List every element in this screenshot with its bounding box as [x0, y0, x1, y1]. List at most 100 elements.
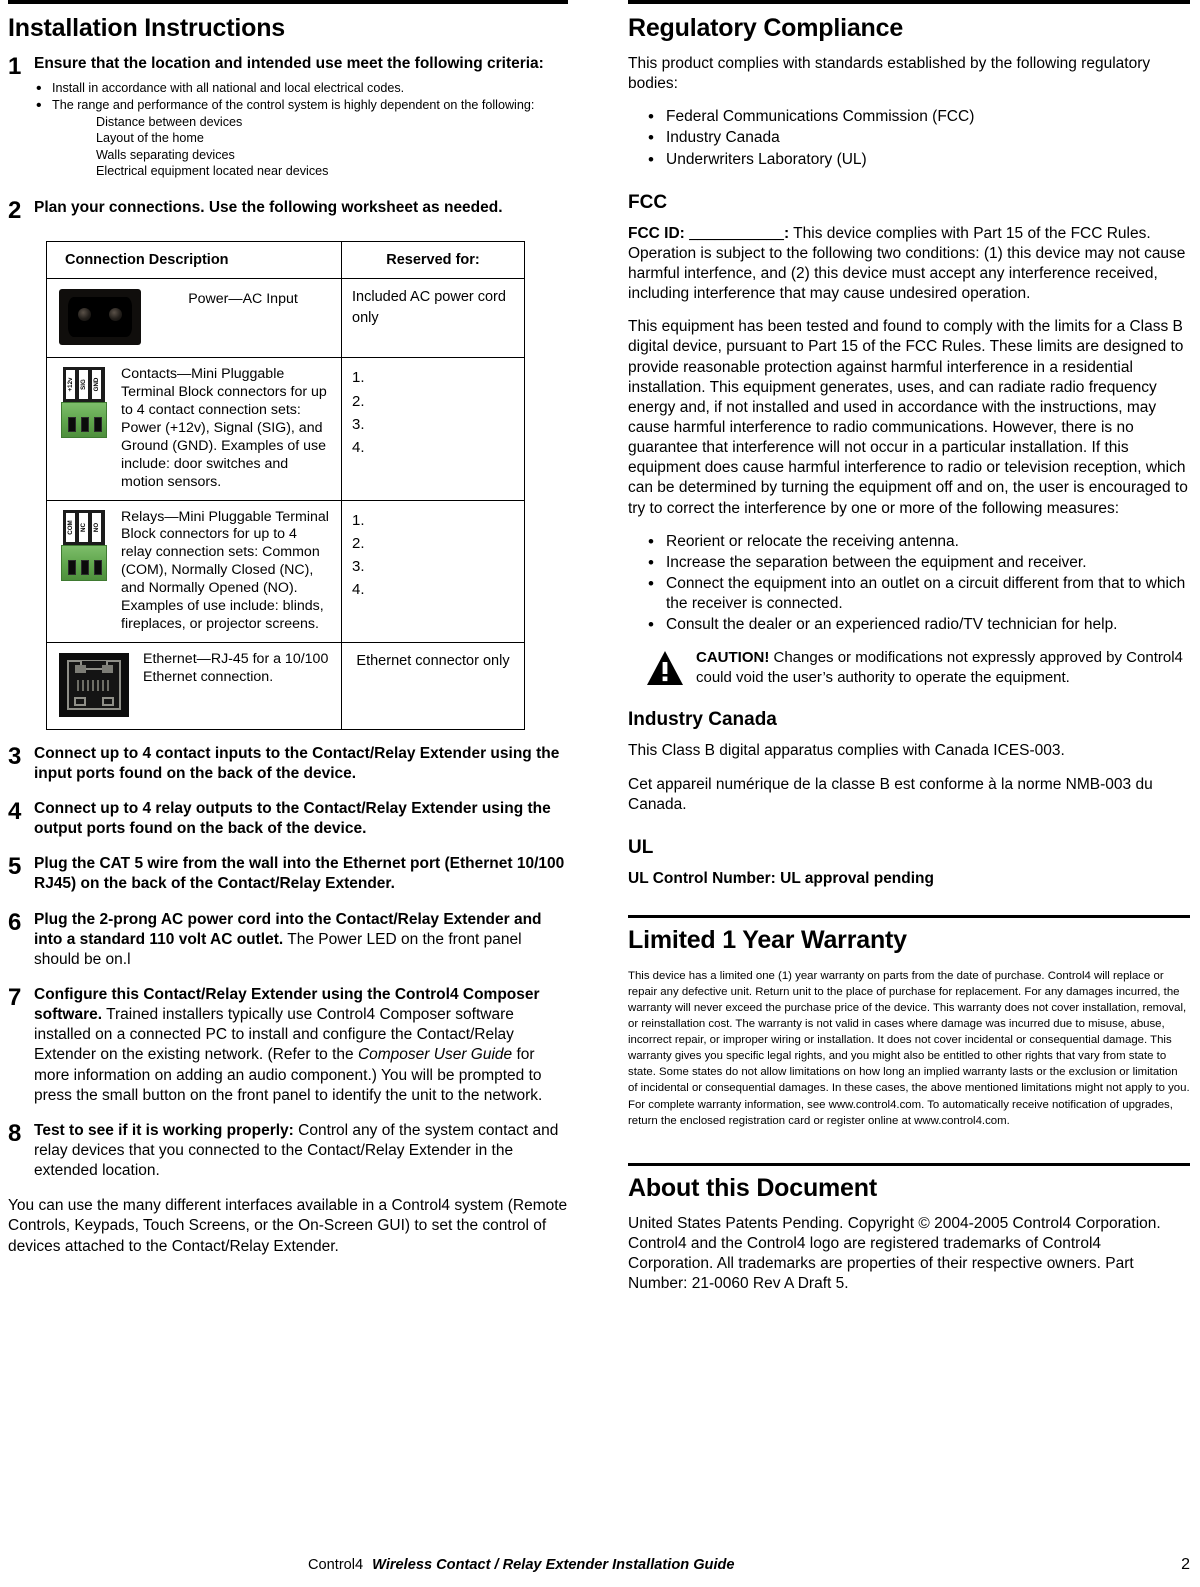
terminal-label-3: GND: [92, 370, 101, 400]
cell-reserved-for[interactable]: 1. 2. 3. 4.: [341, 357, 525, 501]
list-item: Increase the separation between the equi…: [646, 552, 1190, 574]
step-5: 5 Plug the CAT 5 wire from the wall into…: [8, 854, 568, 894]
contacts-terminal-block-icon: +12v SIG GND: [59, 367, 109, 439]
right-column-top-rule: [628, 0, 1190, 4]
terminal-slot: [94, 559, 102, 575]
rj45-pins: [77, 680, 111, 692]
step-2: 2 Plan your connections. Use the followi…: [8, 198, 568, 223]
caution-notice: CAUTION! Changes or modifications not ex…: [646, 648, 1190, 687]
step-content: Plug the CAT 5 wire from the wall into t…: [34, 854, 568, 894]
terminal-label-text: COM: [67, 519, 74, 535]
terminal-label-2: NC: [79, 512, 88, 542]
cell-reserved-for[interactable]: 1. 2. 3. 4.: [341, 499, 525, 643]
ul-control-number: UL Control Number: UL approval pending: [628, 869, 934, 887]
connection-worksheet-table: Connection Description Reserved for: Pow…: [46, 241, 525, 730]
list-item: Install in accordance with all national …: [34, 79, 568, 99]
reserved-for-text: Included AC power cord only: [352, 289, 506, 326]
step-lead-text: Ensure that the location and intended us…: [34, 55, 544, 72]
about-title: About this Document: [628, 1173, 877, 1202]
connection-description-text: Contacts—Mini Pluggable Terminal Block c…: [121, 366, 327, 490]
step-lead-text: Connect up to 4 contact inputs to the Co…: [34, 744, 560, 782]
terminal-label-1: +12v: [66, 370, 75, 400]
composer-user-guide-reference: Composer User Guide: [357, 1046, 513, 1064]
step-lead-text: Plug the CAT 5 wire from the wall into t…: [34, 855, 565, 893]
table-header-row: Connection Description Reserved for:: [46, 241, 525, 280]
terminal-slot: [81, 559, 89, 575]
list-item: 4.: [352, 581, 365, 599]
list-item: 3.: [352, 558, 365, 576]
terminal-label-3: NO: [92, 512, 101, 542]
reserved-for-numbered-list: 1. 2. 3. 4.: [352, 509, 514, 602]
terminal-label-text: SIG: [80, 379, 87, 391]
ac-pin-right-icon: [109, 308, 122, 322]
left-column: Installation Instructions 1 Ensure that …: [8, 0, 568, 1270]
list-item: Connect the equipment into an outlet on …: [646, 573, 1190, 614]
step-number: 7: [8, 984, 22, 1012]
terminal-slot: [68, 417, 76, 433]
footer-guide-title: Wireless Contact / Relay Extender Instal…: [372, 1557, 735, 1573]
list-item: 1.: [352, 369, 365, 387]
step-7: 7 Configure this Contact/Relay Extender …: [8, 985, 568, 1106]
step-3: 3 Connect up to 4 contact inputs to the …: [8, 744, 568, 784]
list-item: The range and performance of the control…: [34, 96, 568, 179]
list-item: 2.: [352, 392, 365, 410]
rj45-notch: [74, 696, 86, 706]
cell-reserved-for[interactable]: Ethernet connector only: [341, 641, 525, 730]
fcc-id-label: FCC ID:: [628, 224, 685, 242]
list-item: Walls separating devices: [96, 147, 235, 162]
step-number: 3: [8, 742, 22, 770]
caution-body: Changes or modifications not expressly a…: [696, 649, 1183, 686]
list-item: Underwriters Laboratory (UL): [646, 149, 1190, 171]
about-section-rule: [628, 1162, 1190, 1166]
step-content: Configure this Contact/Relay Extender us…: [34, 985, 568, 1106]
caution-label: CAUTION!: [696, 649, 770, 667]
reserved-for-text: Ethernet connector only: [356, 652, 510, 669]
industry-canada-french: Cet appareil numérique de la classe B es…: [628, 775, 1153, 813]
step-number: 5: [8, 853, 22, 881]
step-lead-text: Plan your connections. Use the following…: [34, 199, 503, 217]
terminal-label-1: COM: [66, 512, 75, 542]
page-footer: Control4 Wireless Contact / Relay Extend…: [308, 1556, 1190, 1574]
fcc-id-blank-field[interactable]: ___________: [689, 225, 784, 242]
connection-description-text: Ethernet—RJ-45 for a 10/100 Ethernet con…: [143, 650, 329, 685]
cell-connection-description: Ethernet—RJ-45 for a 10/100 Ethernet con…: [46, 641, 342, 730]
cell-connection-description: COM NC NO Relays—Mini Pluggable Terminal…: [46, 499, 342, 643]
warranty-text: This device has a limited one (1) year w…: [628, 969, 1190, 1127]
step-lead-text: Connect up to 4 relay outputs to the Con…: [34, 800, 551, 838]
cell-reserved-for[interactable]: Included AC power cord only: [341, 278, 525, 359]
footer-left: Control4 Wireless Contact / Relay Extend…: [308, 1557, 735, 1573]
regulatory-intro: This product complies with standards est…: [628, 55, 1151, 93]
bullet-text: The range and performance of the control…: [52, 98, 535, 112]
warranty-section-rule: [628, 914, 1190, 918]
bullet-text: Install in accordance with all national …: [52, 81, 405, 96]
table-row: Power—AC Input Included AC power cord on…: [46, 278, 525, 359]
terminal-label-text: GND: [93, 377, 100, 392]
regulatory-compliance-title: Regulatory Compliance: [628, 14, 904, 42]
terminal-label-text: NO: [93, 522, 100, 532]
page-number: 2: [1181, 1556, 1190, 1573]
list-item: Consult the dealer or an experienced rad…: [646, 614, 1190, 636]
step-content: Test to see if it is working properly: C…: [34, 1121, 568, 1181]
terminal-slot: [81, 417, 89, 433]
footer-brand: Control4: [308, 1557, 364, 1573]
rj45-body: [67, 659, 121, 710]
reserved-for-numbered-list: 1. 2. 3. 4.: [352, 366, 514, 459]
table-row: Ethernet—RJ-45 for a 10/100 Ethernet con…: [46, 641, 525, 730]
step-1-bullets: Install in accordance with all national …: [34, 79, 568, 179]
step-number: 2: [8, 197, 22, 225]
list-item: 2.: [352, 534, 365, 552]
step-number: 8: [8, 1119, 22, 1147]
step-content: Ensure that the location and intended us…: [34, 54, 568, 183]
step-1: 1 Ensure that the location and intended …: [8, 54, 568, 183]
terminal-label-2: SIG: [79, 370, 88, 400]
ul-heading: UL: [628, 836, 654, 858]
page-title: Installation Instructions: [8, 14, 285, 42]
list-item: 3.: [352, 415, 365, 433]
column-header-connection-description: Connection Description: [46, 241, 342, 280]
step-4: 4 Connect up to 4 relay outputs to the C…: [8, 799, 568, 839]
rj45-corner: [75, 664, 86, 673]
step-8: 8 Test to see if it is working properly:…: [8, 1121, 568, 1181]
list-item: Layout of the home: [96, 131, 204, 146]
cell-connection-description: +12v SIG GND Contacts—Mini Pluggable Ter…: [46, 357, 342, 501]
industry-canada-english: This Class B digital apparatus complies …: [628, 742, 1065, 760]
